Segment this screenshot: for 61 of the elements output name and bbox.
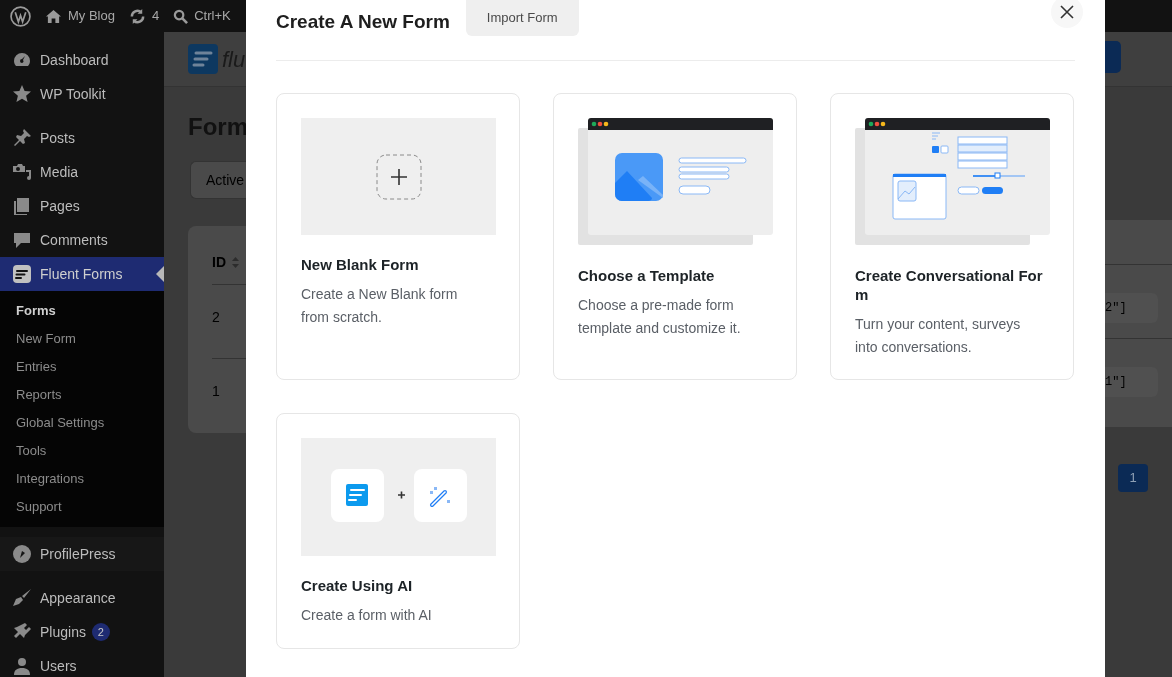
- form-logo-icon: [188, 44, 218, 74]
- table-cell: 2: [212, 309, 220, 325]
- sidebar-item[interactable]: Comments: [0, 223, 164, 257]
- shortcode-cell: 2"]: [1105, 293, 1158, 323]
- site-link[interactable]: My Blog: [45, 6, 115, 26]
- form-option-card[interactable]: Choose a Template Choose a pre-made form template and customize it.: [553, 93, 797, 380]
- form-option-card[interactable]: Create Using AI Create a form with AI: [276, 413, 520, 649]
- menu-icon: [12, 544, 32, 564]
- form-option-card[interactable]: New Blank Form Create a New Blank form from scratch.: [276, 93, 520, 380]
- submenu-item[interactable]: Global Settings: [0, 409, 164, 437]
- add-icon: [375, 153, 422, 200]
- sidebar-item[interactable]: Users: [0, 649, 164, 677]
- close-icon: [1060, 5, 1074, 19]
- submenu-item[interactable]: Forms: [0, 297, 164, 325]
- search-icon: [173, 8, 189, 24]
- card-description: Create a form with AI: [301, 606, 433, 625]
- submenu-item[interactable]: New Form: [0, 325, 164, 353]
- card-title: Create Conversational Form: [855, 266, 1044, 304]
- menu-icon: [12, 656, 32, 676]
- card-title: New Blank Form: [301, 255, 420, 274]
- close-button[interactable]: [1051, 0, 1083, 28]
- menu-icon: [12, 128, 32, 148]
- submenu-item[interactable]: Integrations: [0, 465, 164, 493]
- menu-icon: [12, 264, 32, 284]
- search-link[interactable]: Ctrl+K: [173, 6, 231, 26]
- sidebar-item[interactable]: Pages: [0, 189, 164, 223]
- current-arrow-icon: [156, 266, 164, 282]
- card-description: Turn your content, surveys into conversations.: [855, 315, 1022, 357]
- sidebar-item[interactable]: Appearance: [0, 581, 164, 615]
- refresh-icon: [128, 7, 146, 25]
- card-title: Create Using AI: [301, 576, 414, 595]
- sidebar-item[interactable]: ProfilePress: [0, 537, 164, 571]
- import-form-button[interactable]: Import Form: [465, 0, 579, 36]
- home-icon: [45, 8, 62, 24]
- table-cell: 1: [212, 383, 220, 399]
- submenu-item[interactable]: Support: [0, 493, 164, 521]
- pagination-button[interactable]: 1: [1118, 464, 1148, 492]
- wordpress-logo-icon[interactable]: [10, 5, 31, 27]
- submenu-item[interactable]: Reports: [0, 381, 164, 409]
- card-description: Choose a pre-made form template and customize it.: [578, 296, 742, 338]
- updates-link[interactable]: 4: [128, 6, 160, 26]
- menu-icon: [12, 196, 32, 216]
- menu-icon: [12, 84, 32, 104]
- menu-icon: [12, 162, 32, 182]
- modal-title: Create A New Form: [276, 10, 450, 34]
- sidebar-item[interactable]: Media: [0, 155, 164, 189]
- sidebar-item[interactable]: Plugins 2: [0, 615, 164, 649]
- card-title: Choose a Template: [578, 266, 716, 285]
- card-description: Create a New Blank form from scratch.: [301, 285, 459, 327]
- sidebar-item[interactable]: Fluent Forms: [0, 257, 164, 291]
- menu-icon: [12, 230, 32, 250]
- submenu-item[interactable]: Entries: [0, 353, 164, 381]
- shortcode-cell: 1"]: [1105, 367, 1158, 397]
- admin-bar: [1105, 0, 1172, 32]
- sidebar-item[interactable]: Dashboard: [0, 43, 164, 77]
- form-option-card[interactable]: Create Conversational Form Turn your content, surveys into conversations.: [830, 93, 1074, 380]
- sidebar-item[interactable]: Posts: [0, 121, 164, 155]
- submenu-item[interactable]: Tools: [0, 437, 164, 465]
- menu-icon: [12, 588, 32, 608]
- sidebar-item[interactable]: WP Toolkit: [0, 77, 164, 111]
- count-badge: 2: [91, 623, 110, 641]
